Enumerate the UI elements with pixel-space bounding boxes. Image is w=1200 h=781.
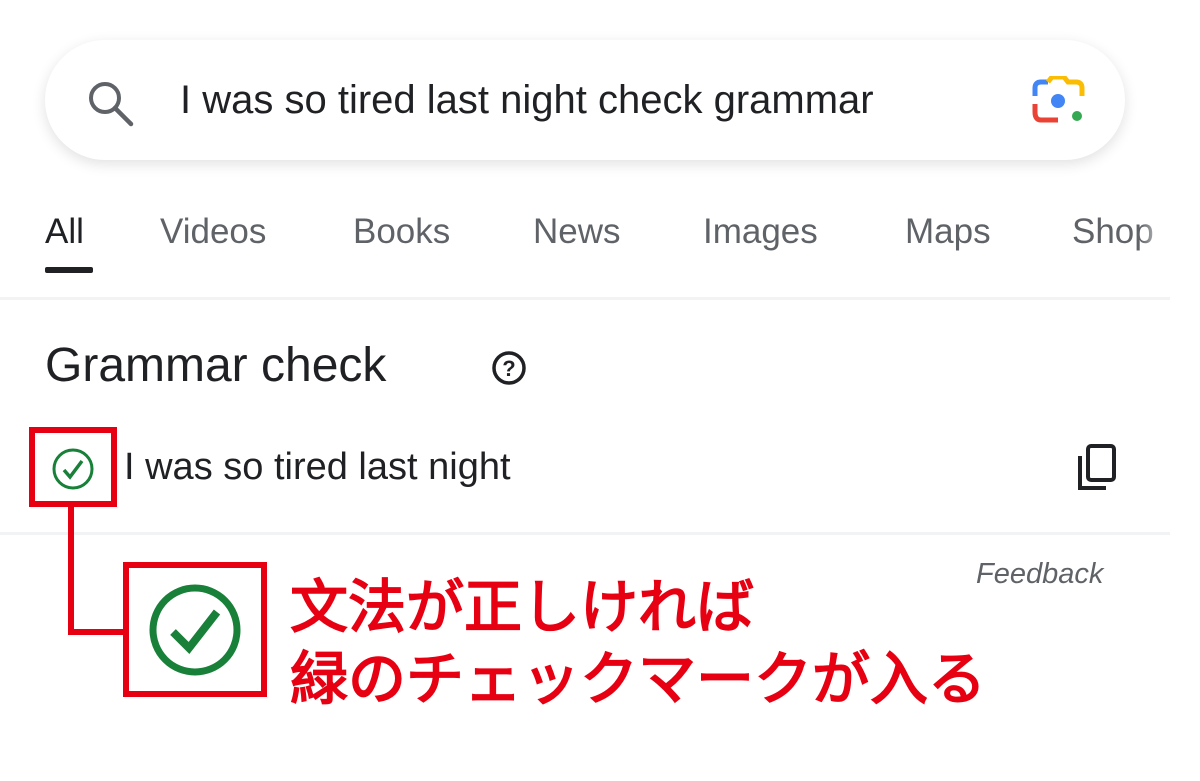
annotation-text-line2: 緑のチェックマークが入る xyxy=(290,645,987,713)
search-icon[interactable] xyxy=(85,78,137,130)
help-icon[interactable]: ? xyxy=(490,349,528,387)
divider xyxy=(0,297,1170,300)
annotation-connector xyxy=(68,505,74,635)
checked-sentence: I was so tired last night xyxy=(124,446,511,488)
annotation-highlight-box xyxy=(29,427,117,507)
copy-icon[interactable] xyxy=(1072,442,1122,494)
google-lens-icon[interactable] xyxy=(1030,76,1088,126)
svg-text:?: ? xyxy=(502,356,515,381)
feedback-link[interactable]: Feedback xyxy=(976,558,1103,591)
tab-images[interactable]: Images xyxy=(703,212,818,252)
check-circle-icon xyxy=(149,584,241,676)
tab-videos[interactable]: Videos xyxy=(160,212,266,252)
search-input[interactable]: I was so tired last night check grammar xyxy=(180,78,980,123)
tab-shopping[interactable]: Shop xyxy=(1072,212,1170,252)
divider xyxy=(0,532,1170,535)
tab-books[interactable]: Books xyxy=(353,212,450,252)
grammar-check-title: Grammar check xyxy=(45,339,387,392)
annotation-connector xyxy=(68,629,128,635)
tab-news[interactable]: News xyxy=(533,212,621,252)
tab-maps[interactable]: Maps xyxy=(905,212,991,252)
tab-all[interactable]: All xyxy=(45,212,84,252)
active-tab-indicator xyxy=(45,267,93,273)
